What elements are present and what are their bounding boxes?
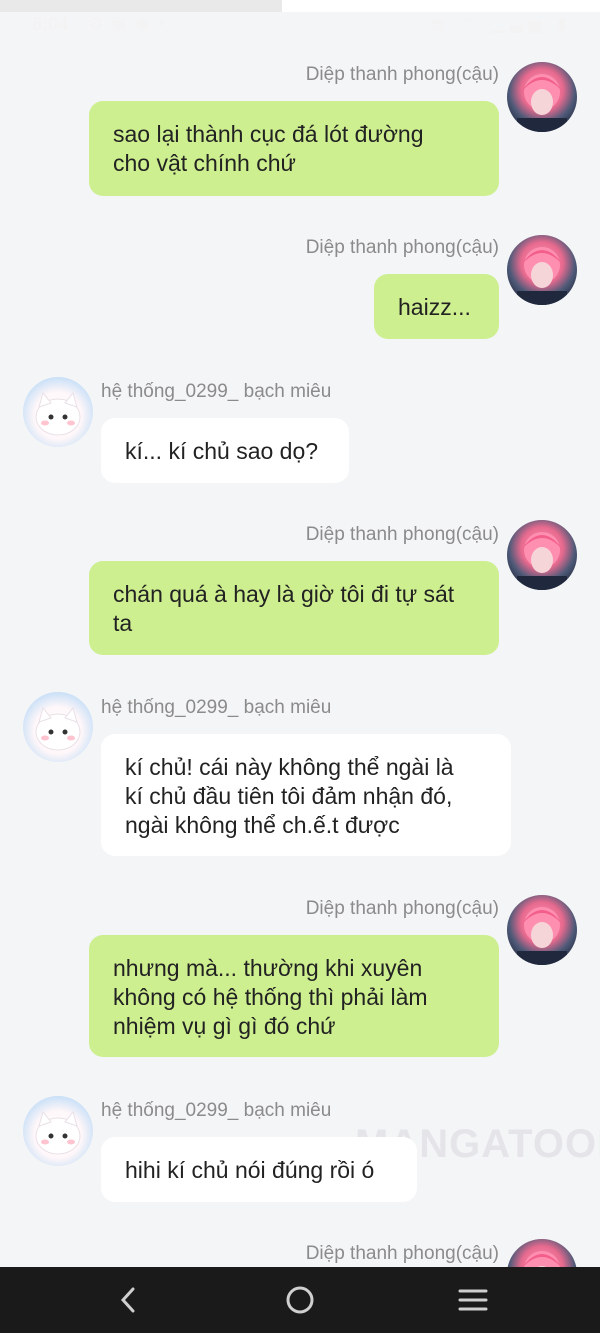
message-bubble[interactable]: chán quá à hay là giờ tôi đi tự sát ta bbox=[89, 561, 499, 655]
status-bar-strip bbox=[282, 0, 600, 12]
message-bubble[interactable]: sao lại thành cục đá lót đường cho vật c… bbox=[89, 101, 499, 196]
message-line: cho vật chính chứ bbox=[113, 150, 296, 176]
message-bubble[interactable]: kí... kí chủ sao dọ? bbox=[101, 418, 349, 483]
message-bubble[interactable]: hihi kí chủ nói đúng rồi ó bbox=[101, 1137, 417, 1202]
cat-avatar[interactable] bbox=[23, 692, 93, 762]
message-line: sao lại thành cục đá lót đường bbox=[113, 121, 424, 147]
message-line: hihi kí chủ nói đúng rồi ó bbox=[125, 1157, 375, 1183]
sender-name: Diệp thanh phong(cậu) bbox=[305, 237, 499, 258]
circle-home-icon bbox=[286, 1286, 314, 1314]
message-line: chán quá à hay là giờ tôi đi tự sát bbox=[113, 581, 455, 607]
sender-name: hệ thống_0299_ bạch miêu bbox=[101, 1100, 332, 1121]
message-line: kí chủ đầu tiên tôi đảm nhận đó, bbox=[125, 783, 453, 809]
status-bar: 8:04 ⚙▣◉• ▦ ◠ ▁▃▅ ▮ bbox=[0, 0, 600, 50]
cat-avatar[interactable] bbox=[23, 1096, 93, 1166]
boy-avatar[interactable] bbox=[507, 235, 577, 305]
notification-icons: ⚙▣◉• bbox=[88, 14, 173, 33]
system-nav-bar bbox=[0, 1267, 600, 1333]
sender-name: Diệp thanh phong(cậu) bbox=[305, 64, 499, 85]
signal-wifi-battery-icons: ▦ ◠ ▁▃▅ ▮ bbox=[429, 16, 572, 33]
boy-avatar[interactable] bbox=[507, 520, 577, 590]
sender-name: Diệp thanh phong(cậu) bbox=[305, 898, 499, 919]
message-bubble[interactable]: haizz... bbox=[374, 274, 499, 339]
status-time: 8:04 bbox=[32, 14, 69, 34]
sender-name: hệ thống_0299_ bạch miêu bbox=[101, 697, 332, 718]
status-bar-strip bbox=[0, 0, 282, 12]
chevron-left-icon bbox=[120, 1287, 135, 1313]
message-bubble[interactable]: kí chủ! cái này không thể ngài là kí chủ… bbox=[101, 734, 511, 856]
cat-avatar[interactable] bbox=[23, 377, 93, 447]
home-button[interactable] bbox=[260, 1267, 340, 1333]
message-line: ngài không thể ch.ế.t được bbox=[125, 812, 400, 838]
boy-avatar[interactable] bbox=[507, 895, 577, 965]
sender-name: hệ thống_0299_ bạch miêu bbox=[101, 381, 332, 402]
sender-name: Diệp thanh phong(cậu) bbox=[305, 1243, 499, 1264]
message-line: ta bbox=[113, 610, 133, 636]
boy-avatar[interactable] bbox=[507, 62, 577, 132]
hamburger-menu-icon bbox=[458, 1289, 488, 1311]
message-line: haizz... bbox=[398, 294, 471, 320]
sender-name: Diệp thanh phong(cậu) bbox=[305, 524, 499, 545]
message-bubble[interactable]: nhưng mà... thường khi xuyên không có hệ… bbox=[89, 935, 499, 1057]
recent-apps-button[interactable] bbox=[433, 1267, 513, 1333]
message-line: kí... kí chủ sao dọ? bbox=[125, 438, 319, 464]
message-line: kí chủ! cái này không thể ngài là bbox=[125, 754, 454, 780]
message-line: nhiệm vụ gì gì đó chứ bbox=[113, 1013, 336, 1039]
back-button[interactable] bbox=[88, 1267, 168, 1333]
message-line: không có hệ thống thì phải làm bbox=[113, 984, 428, 1010]
message-line: nhưng mà... thường khi xuyên bbox=[113, 955, 423, 981]
